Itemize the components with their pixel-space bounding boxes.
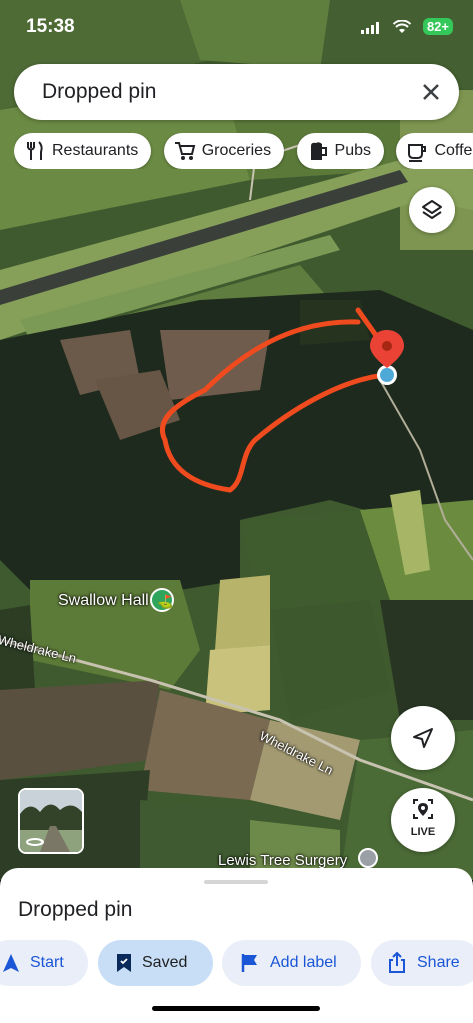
layers-icon — [422, 200, 442, 219]
home-indicator — [152, 1006, 320, 1011]
battery-indicator: 82+ — [422, 18, 453, 35]
chip-coffee[interactable]: Coffee — [396, 133, 473, 169]
bookmark-icon — [117, 954, 131, 972]
chip-label: Pubs — [334, 142, 371, 159]
share-button[interactable]: Share — [371, 940, 473, 986]
status-time: 15:38 — [26, 16, 75, 37]
chip-label: Coffee — [434, 142, 473, 159]
flag-icon — [241, 954, 257, 972]
place-label-lewis-tree-surgery[interactable]: Lewis Tree Surgery — [218, 852, 347, 869]
cart-icon — [174, 142, 195, 160]
share-icon — [389, 952, 405, 973]
chip-pubs[interactable]: Pubs — [296, 133, 384, 169]
svg-text:⛳: ⛳ — [157, 594, 173, 610]
place-title: Dropped pin — [18, 898, 133, 921]
signal-icon — [361, 22, 379, 34]
saved-label: Saved — [142, 954, 188, 971]
my-location-button[interactable] — [391, 706, 455, 770]
layers-button[interactable] — [409, 187, 455, 233]
close-icon[interactable] — [417, 78, 445, 106]
live-view-button[interactable]: LIVE — [391, 788, 455, 852]
fork-knife-icon — [27, 141, 43, 160]
status-bar: 15:38 82+ — [0, 0, 473, 50]
start-label: Start — [30, 954, 64, 971]
live-label: LIVE — [410, 826, 436, 838]
add-label-label: Add label — [270, 954, 337, 971]
place-label-swallow-hall[interactable]: Swallow Hall — [58, 592, 149, 610]
coffee-icon — [408, 144, 427, 162]
category-chips: Restaurants Groceries Pubs Coffee — [14, 133, 473, 169]
wifi-icon — [393, 20, 411, 33]
navigation-icon — [3, 954, 19, 972]
search-bar[interactable]: Dropped pin — [14, 64, 459, 120]
street-view-image — [20, 790, 82, 852]
navigation-arrow-icon — [413, 728, 433, 748]
start-button[interactable]: Start — [0, 940, 88, 986]
add-label-button[interactable]: Add label — [222, 940, 361, 986]
saved-button[interactable]: Saved — [98, 940, 213, 986]
chip-groceries[interactable]: Groceries — [163, 133, 285, 169]
sheet-grabber[interactable] — [204, 880, 268, 884]
live-view-icon — [413, 799, 433, 819]
share-label: Share — [417, 954, 460, 971]
beer-icon — [310, 142, 327, 160]
action-buttons: Start Saved Add label Share — [0, 940, 473, 986]
bottom-sheet[interactable]: Dropped pin Start Saved Add label Share — [0, 868, 473, 1023]
chip-restaurants[interactable]: Restaurants — [14, 133, 152, 169]
chip-label: Groceries — [201, 142, 272, 159]
search-title: Dropped pin — [42, 80, 157, 103]
chip-label: Restaurants — [52, 142, 139, 159]
street-view-thumbnail[interactable] — [18, 788, 84, 854]
